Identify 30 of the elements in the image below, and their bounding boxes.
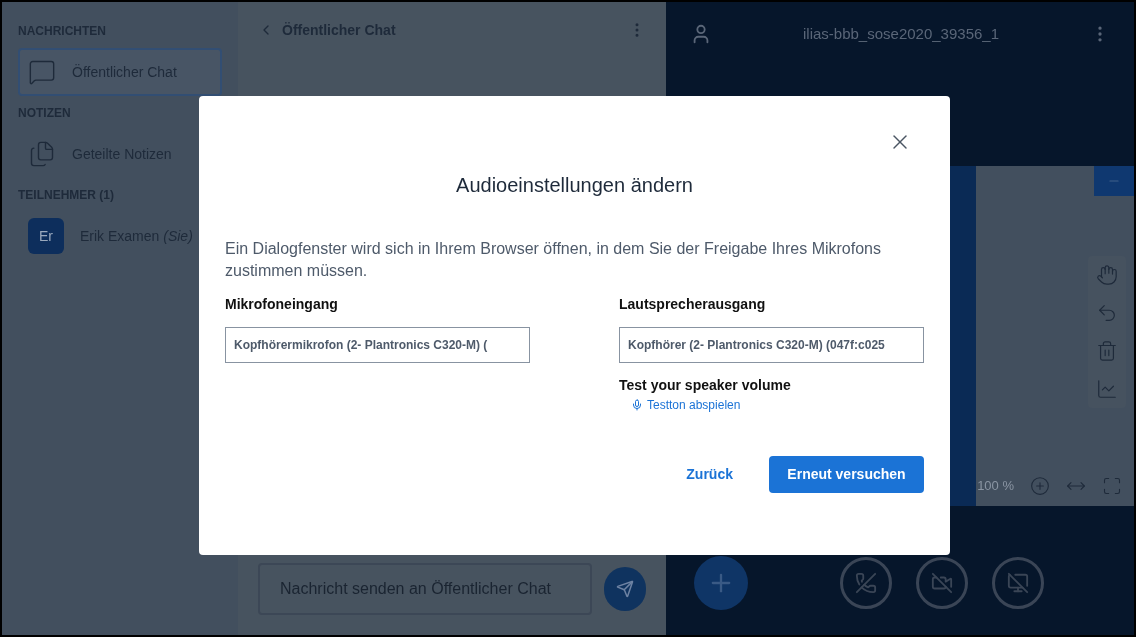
user-avatar: Er	[28, 218, 64, 254]
phone-off-icon	[855, 571, 877, 594]
test-tone-link[interactable]: Testton abspielen	[619, 396, 924, 414]
test-label: Test your speaker volume	[619, 376, 792, 395]
send-icon	[615, 580, 634, 598]
hand-icon[interactable]	[1096, 264, 1118, 286]
trash-icon[interactable]	[1096, 340, 1118, 362]
send-button[interactable]	[603, 567, 646, 611]
field-label: Mikrofoneingang	[225, 295, 339, 314]
fullscreen-icon[interactable]	[1102, 476, 1122, 496]
actions-button[interactable]	[694, 555, 748, 610]
zoom-level: 100 %	[977, 477, 1014, 496]
device-select[interactable]: Kopfhörermikrofon (2- Plantronics C320-M) (	[225, 327, 530, 363]
screen-share-button[interactable]	[992, 556, 1044, 609]
screen-off-icon	[1007, 571, 1029, 594]
dialog-message: Ein Dialogfenster wird sich in Ihrem Browser öffnen, in dem Sie der Freigabe Ihres Mikrofons zustimmen müssen.	[225, 239, 882, 281]
meeting-title: ilias-bbb_sose2020_39356_1	[802, 23, 1000, 44]
back-button[interactable]: Zurück	[678, 456, 741, 493]
documents-icon	[28, 140, 56, 168]
chart-line-icon[interactable]	[1096, 378, 1118, 400]
device-select[interactable]: Kopfhörer (2- Plantronics C320-M) (047f:c025	[619, 327, 924, 363]
undo-icon[interactable]	[1096, 302, 1118, 324]
chat-bubbles-icon	[28, 58, 56, 86]
camera-off-icon	[931, 571, 953, 594]
microphone-icon	[631, 399, 643, 411]
minimize-button[interactable]	[1094, 166, 1134, 196]
dialog-title: Audioeinstellungen ändern	[455, 173, 694, 198]
zoom-in-icon[interactable]	[1030, 476, 1050, 496]
retry-button[interactable]: Erneut versuchen	[769, 456, 924, 493]
field-label: Lautsprecherausgang	[619, 295, 767, 314]
